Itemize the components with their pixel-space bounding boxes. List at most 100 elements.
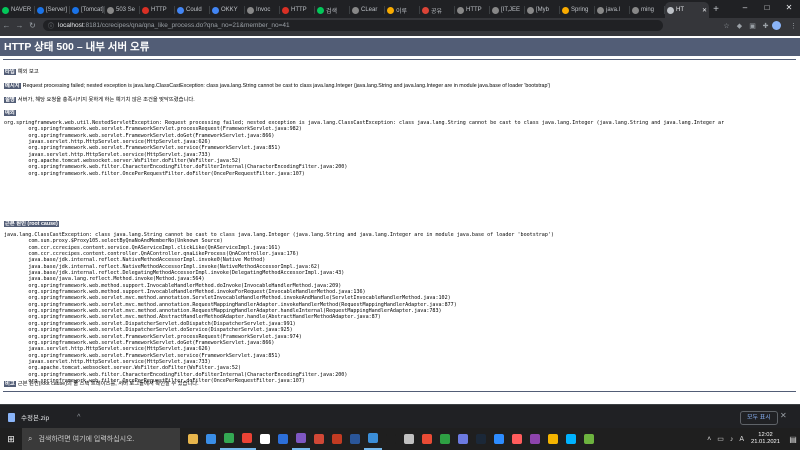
app-glyph-icon [404,434,414,444]
browser-tab[interactable]: HTTP [455,2,490,18]
favicon-icon [247,6,254,14]
browser-tab[interactable]: [Tomcat] [70,2,105,18]
taskbar-app-icon[interactable] [382,428,400,450]
taskbar-app-icon[interactable] [526,428,544,450]
browser-tab[interactable]: OKKY [210,2,245,18]
taskbar-app-icon[interactable] [508,428,526,450]
url-path: :8181/ccrecipes/qna/qna_like_process.do?… [83,22,290,29]
show-all-button[interactable]: 모두 표시 [740,411,778,425]
browser-tab[interactable]: CLear [350,2,385,18]
taskbar-app-icon[interactable] [364,428,382,450]
taskbar-app-icon[interactable] [490,428,508,450]
volume-icon[interactable]: ♪ [730,436,734,443]
chevron-up-icon[interactable]: ^ [77,414,80,421]
root-cause-stack-trace: java.lang.ClassCastException: class java… [4,232,554,384]
clock[interactable]: 12:02 21.01.2021 [751,432,780,446]
browser-tab[interactable]: Could [175,2,210,18]
exception-stack-trace: org.springframework.web.util.NestedServl… [4,120,725,177]
browser-tab-active[interactable]: HT ✕ [665,2,709,18]
taskbar-app-icon[interactable] [562,428,580,450]
app-glyph-icon [476,434,486,444]
taskbar-app-icon[interactable] [292,428,310,450]
close-icon[interactable]: ✕ [780,411,787,420]
taskbar-app-icon[interactable] [454,428,472,450]
tab-label: HTTP [151,7,167,13]
profile-avatar[interactable] [772,21,781,30]
notification-icon[interactable]: ▤ [786,435,800,444]
browser-tab[interactable]: [Server] [35,2,70,18]
taskbar-app-icon[interactable] [328,428,346,450]
taskbar-app-icon[interactable] [202,428,220,450]
favicon-icon [667,6,674,14]
tab-label: 공유 [431,8,443,15]
tab-label: OKKY [221,7,238,13]
app-glyph-icon [512,434,522,444]
tab-label: HT [676,7,684,13]
footer-divider [3,391,796,392]
minimize-icon[interactable]: – [734,0,756,18]
forward-icon[interactable]: → [13,21,26,30]
browser-tab[interactable]: [Myb [525,2,560,18]
browser-tab[interactable]: java.l [595,2,630,18]
chevron-up-icon[interactable]: ˄ [707,436,711,443]
browser-tab[interactable]: HTTP [280,2,315,18]
favicon-icon [457,6,464,14]
browser-tab[interactable]: 503 Se [105,2,140,18]
divider [3,59,796,60]
input-language-indicator[interactable]: A [739,436,744,443]
app-glyph-icon [566,434,576,444]
tab-label: HTTP [291,7,307,13]
browser-tab[interactable]: NAVER [0,2,35,18]
browser-tab[interactable]: [IT,JEE [490,2,525,18]
star-icon[interactable]: ☆ [720,22,733,30]
network-icon[interactable]: ▭ [717,435,724,443]
browser-tab[interactable]: 공유 [420,2,455,18]
tab-label: 이루 [396,8,408,15]
browser-tab[interactable]: 검색 [315,2,350,18]
message-value: Request processing failed; nested except… [22,83,551,89]
favicon-icon [352,6,359,14]
taskbar-app-icon[interactable] [220,428,238,450]
taskbar-app-icon[interactable] [544,428,562,450]
windows-start-icon[interactable]: ⊞ [0,434,22,445]
address-bar[interactable]: ⓘ localhost:8181/ccrecipes/qna/qna_like_… [43,20,663,31]
close-tab-icon[interactable]: ✕ [702,7,707,14]
taskbar-app-icon[interactable] [400,428,418,450]
taskbar-app-icon[interactable] [274,428,292,450]
taskbar-app-icon[interactable] [310,428,328,450]
close-window-icon[interactable]: ✕ [778,0,800,18]
reload-icon[interactable]: ↻ [26,21,39,30]
browser-tab[interactable]: 이루 [385,2,420,18]
new-tab-icon[interactable]: + [709,2,723,18]
tab-label: [Myb [536,7,550,13]
maximize-icon[interactable]: □ [756,0,778,18]
taskbar-app-icon[interactable] [238,428,256,450]
puzzle-icon[interactable]: ✚ [759,22,772,30]
taskbar-app-icon[interactable] [436,428,454,450]
taskbar-app-icon[interactable] [580,428,598,450]
taskbar-app-icon[interactable] [184,428,202,450]
extension-icon[interactable]: ◆ [733,22,746,30]
menu-icon[interactable]: ⋮ [787,22,800,30]
tab-label: 검색 [326,8,338,15]
browser-tab[interactable]: HTTP [140,2,175,18]
page-title: HTTP 상태 500 – 내부 서버 오류 [0,38,800,56]
back-icon[interactable]: ← [0,21,13,30]
taskbar-app-icon[interactable] [472,428,490,450]
info-icon[interactable]: ⓘ [48,21,54,30]
taskbar-app-icon[interactable] [346,428,364,450]
description-value: 서버가, 해당 요청을 충족시키지 못하게 하는 예기치 않은 조건을 맞닥뜨렸… [17,97,195,103]
app-glyph-icon [314,434,324,444]
tab-list: NAVER [Server] [Tomcat] 503 Se HTTP Could OKKY… [0,2,709,18]
extension-icon-2[interactable]: ▣ [746,22,759,30]
browser-tab[interactable]: ming [630,2,665,18]
taskbar-app-icon[interactable] [256,428,274,450]
message-row: 메시지 Request processing failed; nested exc… [4,81,550,89]
browser-tab[interactable]: Spring [560,2,595,18]
download-item[interactable]: 수정본.zip ^ [8,409,80,425]
root-cause-heading: 근본 원인 (root cause) [4,219,61,227]
taskbar-app-icon[interactable] [418,428,436,450]
tab-label: HTTP [466,7,482,13]
browser-tab[interactable]: Invoc [245,2,280,18]
taskbar-search[interactable]: ⌕ 검색하려면 여기에 입력하십시오. [22,428,180,450]
